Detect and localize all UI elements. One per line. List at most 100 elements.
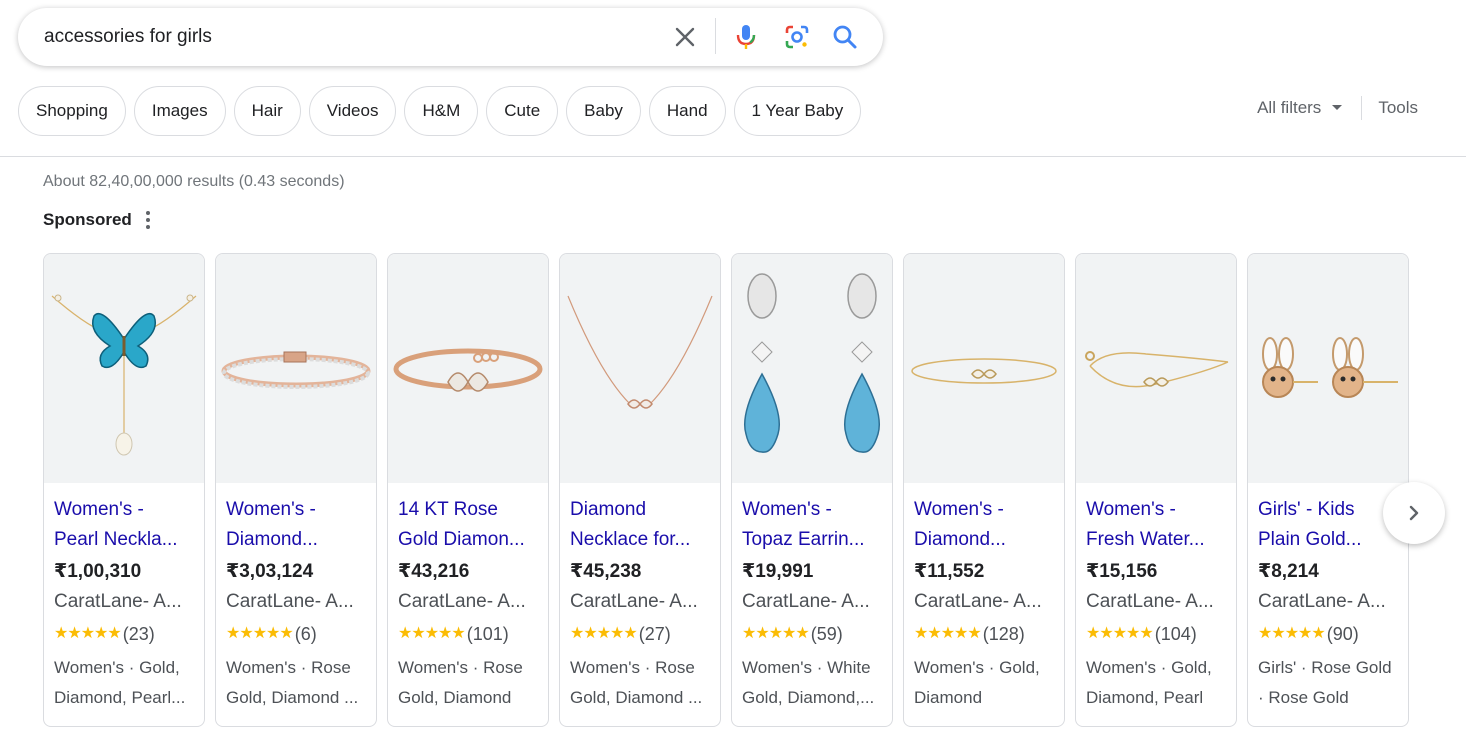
product-price: ₹15,156 bbox=[1086, 561, 1158, 582]
more-options-icon[interactable] bbox=[145, 211, 150, 229]
chevron-right-icon bbox=[1409, 505, 1419, 521]
chip-videos[interactable]: Videos bbox=[308, 86, 397, 136]
filter-chips: Shopping Images Hair Videos H&M Cute Bab… bbox=[18, 86, 862, 136]
review-count: (23) bbox=[122, 624, 155, 644]
product-rating: ★★★★★ (101) bbox=[398, 619, 538, 649]
product-rating: ★★★★★ (27) bbox=[570, 619, 710, 649]
product-image-topaz-earrings[interactable] bbox=[732, 254, 892, 483]
review-count: (128) bbox=[982, 624, 1025, 644]
sponsored-label: Sponsored bbox=[43, 210, 132, 229]
product-title[interactable]: Women's - Topaz Earrin... bbox=[742, 495, 882, 555]
product-image-infinity-bracelet[interactable] bbox=[904, 254, 1064, 483]
product-title[interactable]: Women's - Fresh Water... bbox=[1086, 495, 1226, 555]
chip-baby[interactable]: Baby bbox=[566, 86, 641, 136]
product-seller: CaratLane- A... bbox=[742, 591, 870, 612]
product-price: ₹45,238 bbox=[570, 561, 642, 582]
chip-images[interactable]: Images bbox=[133, 86, 226, 136]
lens-icon[interactable] bbox=[782, 22, 812, 52]
product-seller: CaratLane- A... bbox=[226, 591, 354, 612]
all-filters-label: All filters bbox=[1257, 98, 1322, 117]
product-image-infinity-necklace[interactable] bbox=[560, 254, 720, 483]
product-rating: ★★★★★ (90) bbox=[1258, 619, 1398, 649]
star-icons: ★★★★★ bbox=[1258, 625, 1326, 642]
product-image-infinity-bangle[interactable] bbox=[388, 254, 548, 483]
product-carousel: Women's - Pearl Neckla... ₹1,00,310 Carat… bbox=[43, 253, 1409, 727]
product-rating: ★★★★★ (128) bbox=[914, 619, 1054, 649]
chip-1-year-baby[interactable]: 1 Year Baby bbox=[733, 86, 862, 136]
caret-down-icon bbox=[1332, 105, 1343, 110]
product-card[interactable]: Diamond Necklace for... ₹45,238 CaratLane… bbox=[559, 253, 721, 727]
header-divider bbox=[0, 156, 1466, 157]
review-count: (104) bbox=[1154, 624, 1197, 644]
product-description: Women's · Gold, Diamond bbox=[914, 658, 1040, 707]
product-image-tennis-bracelet[interactable] bbox=[216, 254, 376, 483]
chip-shopping[interactable]: Shopping bbox=[18, 86, 126, 136]
star-icons: ★★★★★ bbox=[1086, 625, 1154, 642]
product-title[interactable]: Diamond Necklace for... bbox=[570, 495, 710, 555]
product-card[interactable]: Girls' - Kids Plain Gold... ₹8,214 CaratL… bbox=[1247, 253, 1409, 727]
product-title[interactable]: Women's - Pearl Neckla... bbox=[54, 495, 194, 555]
product-price: ₹3,03,124 bbox=[226, 561, 314, 582]
star-icons: ★★★★★ bbox=[742, 625, 810, 642]
product-seller: CaratLane- A... bbox=[914, 591, 1042, 612]
star-icons: ★★★★★ bbox=[54, 625, 122, 642]
review-count: (59) bbox=[810, 624, 843, 644]
product-title[interactable]: Women's - Diamond... bbox=[914, 495, 1054, 555]
product-seller: CaratLane- A... bbox=[398, 591, 526, 612]
filters-bar: All filters Tools bbox=[1257, 96, 1418, 120]
carousel-next-button[interactable] bbox=[1383, 482, 1445, 544]
review-count: (101) bbox=[466, 624, 509, 644]
microphone-icon[interactable] bbox=[731, 22, 761, 52]
search-bar bbox=[18, 8, 883, 66]
result-stats: About 82,40,00,000 results (0.43 seconds… bbox=[43, 173, 345, 190]
product-card[interactable]: Women's - Topaz Earrin... ₹19,991 CaratLa… bbox=[731, 253, 893, 727]
chip-hm[interactable]: H&M bbox=[404, 86, 479, 136]
product-rating: ★★★★★ (59) bbox=[742, 619, 882, 649]
product-description: Women's · White Gold, Diamond,... bbox=[742, 658, 875, 707]
review-count: (27) bbox=[638, 624, 671, 644]
product-price: ₹11,552 bbox=[914, 561, 985, 582]
product-description: Women's · Gold, Diamond, Pearl... bbox=[54, 658, 186, 707]
product-rating: ★★★★★ (6) bbox=[226, 619, 366, 649]
product-seller: CaratLane- A... bbox=[1086, 591, 1214, 612]
product-description: Women's · Rose Gold, Diamond ... bbox=[226, 658, 359, 707]
product-title[interactable]: Girls' - Kids Plain Gold... bbox=[1258, 495, 1398, 555]
product-card[interactable]: 14 KT Rose Gold Diamon... ₹43,216 CaratLa… bbox=[387, 253, 549, 727]
review-count: (6) bbox=[294, 624, 317, 644]
product-description: Women's · Gold, Diamond, Pearl bbox=[1086, 658, 1212, 707]
sponsored-header: Sponsored bbox=[43, 210, 150, 230]
star-icons: ★★★★★ bbox=[398, 625, 466, 642]
product-image-butterfly-necklace[interactable] bbox=[44, 254, 204, 483]
star-icons: ★★★★★ bbox=[914, 625, 982, 642]
chip-hair[interactable]: Hair bbox=[233, 86, 301, 136]
product-card[interactable]: Women's - Diamond... ₹3,03,124 CaratLane-… bbox=[215, 253, 377, 727]
product-price: ₹43,216 bbox=[398, 561, 470, 582]
product-rating: ★★★★★ (104) bbox=[1086, 619, 1226, 649]
product-description: Girls' · Rose Gold · Rose Gold bbox=[1258, 658, 1392, 707]
review-count: (90) bbox=[1326, 624, 1359, 644]
clear-icon[interactable] bbox=[670, 22, 700, 52]
search-icon[interactable] bbox=[830, 22, 860, 52]
product-price: ₹1,00,310 bbox=[54, 561, 142, 582]
product-title[interactable]: 14 KT Rose Gold Diamon... bbox=[398, 495, 538, 555]
product-description: Women's · Rose Gold, Diamond bbox=[398, 658, 523, 707]
product-image-bunny-earrings[interactable] bbox=[1248, 254, 1408, 483]
chip-hand[interactable]: Hand bbox=[648, 86, 726, 136]
product-image-chain-bracelet[interactable] bbox=[1076, 254, 1236, 483]
product-card[interactable]: Women's - Fresh Water... ₹15,156 CaratLan… bbox=[1075, 253, 1237, 727]
product-seller: CaratLane- A... bbox=[1258, 591, 1386, 612]
product-seller: CaratLane- A... bbox=[54, 591, 182, 612]
product-card[interactable]: Women's - Pearl Neckla... ₹1,00,310 Carat… bbox=[43, 253, 205, 727]
product-card[interactable]: Women's - Diamond... ₹11,552 CaratLane- A… bbox=[903, 253, 1065, 727]
chip-cute[interactable]: Cute bbox=[486, 86, 559, 136]
search-input[interactable] bbox=[44, 22, 644, 52]
star-icons: ★★★★★ bbox=[226, 625, 294, 642]
search-divider bbox=[715, 18, 716, 54]
product-title[interactable]: Women's - Diamond... bbox=[226, 495, 366, 555]
product-price: ₹19,991 bbox=[742, 561, 814, 582]
all-filters-button[interactable]: All filters bbox=[1257, 98, 1343, 118]
filters-divider bbox=[1361, 96, 1363, 120]
product-price: ₹8,214 bbox=[1258, 561, 1319, 582]
product-seller: CaratLane- A... bbox=[570, 591, 698, 612]
tools-button[interactable]: Tools bbox=[1378, 98, 1418, 118]
